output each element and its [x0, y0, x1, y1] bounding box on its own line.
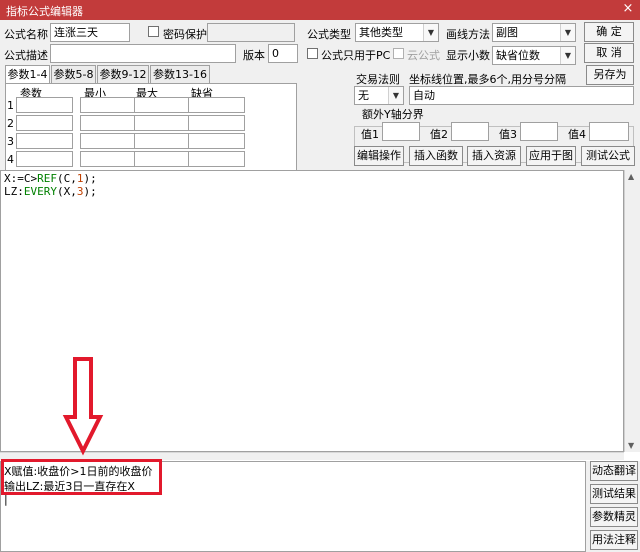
- cancel-button[interactable]: 取 消: [584, 43, 634, 63]
- param-3-default-input[interactable]: [188, 133, 245, 149]
- y-value-1-input[interactable]: [382, 122, 420, 141]
- param-1-name-input[interactable]: [16, 97, 73, 113]
- title-bar: 指标公式编辑器 ×: [0, 0, 640, 20]
- decimals-label: 显示小数: [446, 49, 490, 62]
- version-input[interactable]: 0: [268, 44, 298, 63]
- formula-type-value: 其他类型: [359, 26, 403, 39]
- tab-params-9-12[interactable]: 参数9-12: [97, 65, 149, 83]
- y-value-label: 值2: [430, 128, 448, 141]
- param-row-number: 3: [7, 135, 14, 148]
- param-2-name-input[interactable]: [16, 115, 73, 131]
- pc-only-label: 公式只用于PC: [321, 49, 391, 62]
- y-value-2-input[interactable]: [451, 122, 489, 141]
- param-1-min-input[interactable]: [80, 97, 137, 113]
- param-1-max-input[interactable]: [134, 97, 191, 113]
- confirm-button[interactable]: 确 定: [584, 22, 634, 42]
- formula-name-label: 公式名称: [4, 28, 48, 41]
- control-panel: 公式名称 连涨三天 密码保护 公式类型 其他类型 ▼ 画线方法 副图 ▼ 确 定…: [0, 20, 640, 185]
- y-value-label: 值4: [568, 128, 586, 141]
- chevron-down-icon: ▼: [560, 47, 575, 64]
- decimals-value: 缺省位数: [496, 49, 540, 62]
- side-button-column: 动态翻译 测试结果 参数精灵 用法注释: [586, 461, 640, 552]
- cloud-checkbox: [393, 48, 404, 59]
- pc-only-checkbox[interactable]: [307, 48, 318, 59]
- param-wizard-button[interactable]: 参数精灵: [590, 507, 638, 527]
- param-3-min-input[interactable]: [80, 133, 137, 149]
- insert-resource-button[interactable]: 插入资源: [467, 146, 521, 166]
- down-arrow-icon: [62, 357, 104, 456]
- formula-desc-label: 公式描述: [4, 49, 48, 62]
- close-icon[interactable]: ×: [620, 1, 636, 17]
- cloud-label: 云公式: [407, 49, 440, 62]
- version-label: 版本: [243, 49, 265, 62]
- param-2-max-input[interactable]: [134, 115, 191, 131]
- scroll-up-icon[interactable]: ▲: [628, 172, 634, 181]
- edit-operation-button[interactable]: 编辑操作: [354, 146, 404, 166]
- insert-function-button[interactable]: 插入函数: [409, 146, 463, 166]
- window-title: 指标公式编辑器: [6, 5, 83, 18]
- apply-to-chart-button[interactable]: 应用于图: [526, 146, 576, 166]
- y-value-3-input[interactable]: [520, 122, 558, 141]
- formula-type-select[interactable]: 其他类型 ▼: [355, 23, 439, 42]
- dynamic-translate-button[interactable]: 动态翻译: [590, 461, 638, 481]
- code-line: LZ:EVERY(X,3);: [4, 185, 97, 198]
- y-value-4-input[interactable]: [589, 122, 629, 141]
- tab-params-13-16[interactable]: 参数13-16: [150, 65, 210, 83]
- chevron-down-icon: ▼: [423, 24, 438, 41]
- tab-params-1-4[interactable]: 参数1-4: [5, 65, 50, 84]
- param-row-number: 4: [7, 153, 14, 166]
- param-1-default-input[interactable]: [188, 97, 245, 113]
- test-formula-button[interactable]: 测试公式: [581, 146, 635, 166]
- draw-method-label: 画线方法: [446, 28, 490, 41]
- password-checkbox[interactable]: [148, 26, 159, 37]
- param-4-min-input[interactable]: [80, 151, 137, 167]
- draw-method-value: 副图: [496, 26, 518, 39]
- axis-position-input[interactable]: 自动: [409, 86, 634, 105]
- scroll-down-icon[interactable]: ▼: [628, 441, 634, 450]
- save-as-button[interactable]: 另存为: [586, 65, 634, 85]
- usage-notes-button[interactable]: 用法注释: [590, 530, 638, 550]
- decimals-select[interactable]: 缺省位数 ▼: [492, 46, 576, 65]
- param-2-default-input[interactable]: [188, 115, 245, 131]
- param-4-max-input[interactable]: [134, 151, 191, 167]
- code-line: X:=C>REF(C,1);: [4, 172, 97, 185]
- y-axis-group-label: 额外Y轴分界: [360, 106, 426, 122]
- draw-method-select[interactable]: 副图 ▼: [492, 23, 576, 42]
- param-3-name-input[interactable]: [16, 133, 73, 149]
- trade-rule-label: 交易法则: [356, 73, 400, 86]
- editor-vertical-scrollbar[interactable]: ▲ ▼: [624, 170, 640, 452]
- param-2-min-input[interactable]: [80, 115, 137, 131]
- param-row-number: 1: [7, 99, 14, 112]
- param-3-max-input[interactable]: [134, 133, 191, 149]
- param-4-default-input[interactable]: [188, 151, 245, 167]
- trade-rule-value: 无: [358, 89, 369, 102]
- param-row-number: 2: [7, 117, 14, 130]
- trade-rule-select[interactable]: 无 ▼: [354, 86, 404, 105]
- formula-name-input[interactable]: 连涨三天: [50, 23, 130, 42]
- password-input: [207, 23, 295, 42]
- axis-position-label: 坐标线位置,最多6个,用分号分隔: [409, 73, 566, 86]
- y-value-label: 值1: [361, 128, 379, 141]
- y-value-label: 值3: [499, 128, 517, 141]
- param-4-name-input[interactable]: [16, 151, 73, 167]
- test-result-button[interactable]: 测试结果: [590, 484, 638, 504]
- tab-params-5-8[interactable]: 参数5-8: [51, 65, 96, 83]
- formula-desc-input[interactable]: [50, 44, 236, 63]
- chevron-down-icon: ▼: [560, 24, 575, 41]
- formula-type-label: 公式类型: [307, 28, 351, 41]
- highlight-box: [1, 459, 162, 495]
- chevron-down-icon: ▼: [388, 87, 403, 104]
- password-label: 密码保护: [163, 28, 207, 41]
